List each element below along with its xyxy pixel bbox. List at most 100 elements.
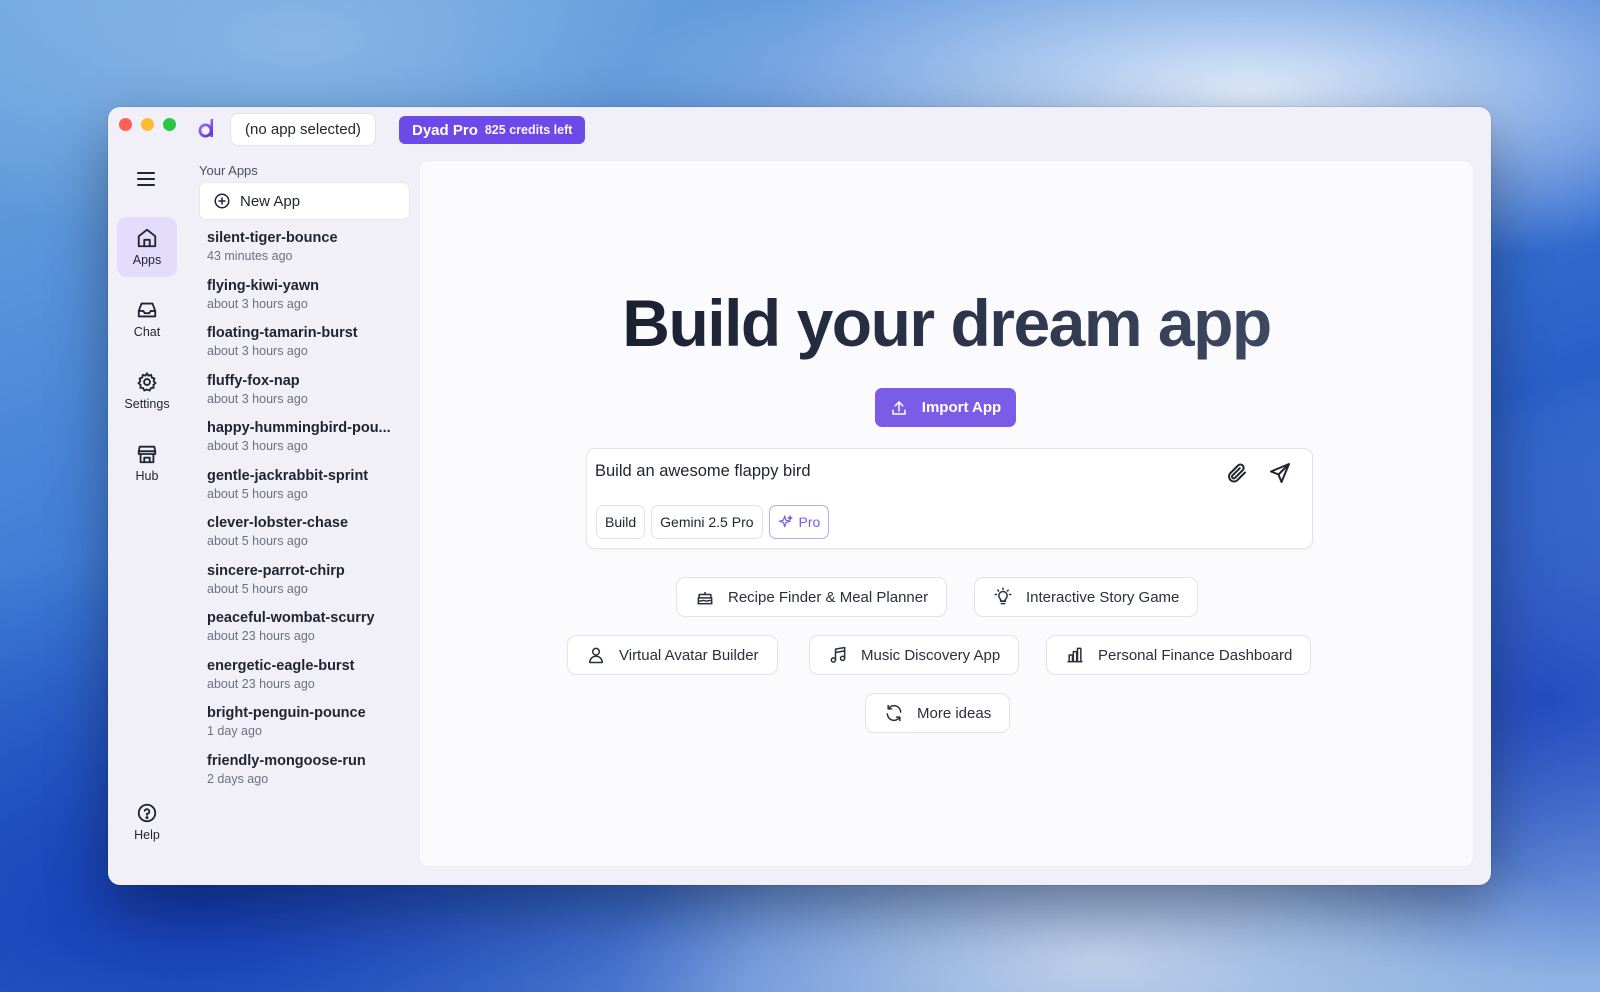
app-name: flying-kiwi-yawn <box>207 277 319 294</box>
pro-chip-label: Pro <box>798 514 821 530</box>
new-app-label: New App <box>240 192 301 210</box>
list-item[interactable]: flying-kiwi-yawn about 3 hours ago <box>207 277 407 325</box>
more-ideas-button[interactable]: More ideas <box>865 693 1011 733</box>
list-item[interactable]: sincere-parrot-chirp about 5 hours ago <box>207 562 407 610</box>
nav-item-label: Settings <box>124 397 170 411</box>
app-time: 1 day ago <box>207 724 262 738</box>
title-bar: (no app selected) Dyad Pro 825 credits l… <box>108 107 1491 155</box>
idea-finance-dashboard-button[interactable]: Personal Finance Dashboard <box>1046 635 1312 675</box>
help-circle-icon <box>137 803 157 823</box>
app-time: about 3 hours ago <box>207 296 308 311</box>
prompt-input[interactable] <box>595 459 1195 483</box>
bar-chart-icon <box>1067 647 1083 663</box>
app-name: clever-lobster-chase <box>207 515 349 531</box>
send-icon[interactable] <box>1268 461 1292 485</box>
list-item[interactable]: energetic-eagle-burst about 23 hours ago <box>207 657 407 705</box>
nav-item-label: Help <box>134 828 160 842</box>
dyad-pro-badge[interactable]: Dyad Pro 825 credits left <box>399 116 586 144</box>
app-time: about 3 hours ago <box>207 439 308 453</box>
new-app-button[interactable]: New App <box>199 182 410 220</box>
idea-story-game-button[interactable]: Interactive Story Game <box>974 577 1199 617</box>
more-ideas-label: More ideas <box>917 704 992 722</box>
app-time: 43 minutes ago <box>207 249 293 263</box>
idea-label: Interactive Story Game <box>1026 588 1180 606</box>
app-selector-label: (no app selected) <box>245 121 361 138</box>
plus-circle-icon <box>214 193 230 209</box>
nav-rail: Apps Chat Settings Hub Help <box>108 155 188 885</box>
app-time: about 5 hours ago <box>207 534 308 548</box>
nav-item-chat[interactable]: Chat <box>117 289 177 349</box>
music-icon <box>830 646 846 663</box>
idea-avatar-builder-button[interactable]: Virtual Avatar Builder <box>567 635 778 675</box>
import-app-button[interactable]: Import App <box>875 388 1016 427</box>
mode-chip-label: Build <box>605 514 637 530</box>
store-icon <box>137 445 157 464</box>
composer-chip-row: Build Gemini 2.5 Pro Pro <box>596 505 830 539</box>
list-item[interactable]: bright-penguin-pounce 1 day ago <box>207 704 407 752</box>
list-item[interactable]: peaceful-wombat-scurry about 23 hours ago <box>207 609 407 657</box>
refresh-icon <box>886 704 902 722</box>
inbox-icon <box>137 302 157 318</box>
idea-music-discovery-button[interactable]: Music Discovery App <box>809 635 1020 675</box>
mode-chip[interactable]: Build <box>596 505 646 539</box>
app-time: about 3 hours ago <box>207 344 308 358</box>
app-name: friendly-mongoose-run <box>207 752 366 769</box>
nav-item-help[interactable]: Help <box>117 792 177 852</box>
app-time: about 23 hours ago <box>207 676 315 691</box>
paperclip-icon[interactable] <box>1225 461 1249 485</box>
gear-icon <box>137 372 157 392</box>
app-name: sincere-parrot-chirp <box>207 562 345 579</box>
import-app-label: Import App <box>921 399 1002 416</box>
app-name: silent-tiger-bounce <box>207 230 338 246</box>
app-selector-button[interactable]: (no app selected) <box>230 113 376 146</box>
close-window-button[interactable] <box>119 118 132 131</box>
app-name: gentle-jackrabbit-sprint <box>207 467 369 484</box>
dyad-logo-icon <box>198 119 213 138</box>
list-item[interactable]: floating-tamarin-burst about 3 hours ago <box>207 324 407 372</box>
idea-label: Music Discovery App <box>861 646 1001 664</box>
nav-item-label: Apps <box>132 253 162 267</box>
app-name: energetic-eagle-burst <box>207 657 355 674</box>
list-item[interactable]: happy-hummingbird-pou... about 3 hours ag… <box>207 419 407 467</box>
model-chip-label: Gemini 2.5 Pro <box>660 514 754 530</box>
lightbulb-icon <box>994 587 1012 605</box>
home-icon <box>137 228 157 248</box>
nav-item-hub[interactable]: Hub <box>117 433 177 493</box>
model-chip[interactable]: Gemini 2.5 Pro <box>651 505 763 539</box>
app-list-panel: Your Apps New App silent-tiger-bounce 43 … <box>188 155 410 885</box>
list-item[interactable]: silent-tiger-bounce 43 minutes ago <box>207 229 407 277</box>
upload-icon <box>892 400 906 415</box>
list-item[interactable]: fluffy-fox-nap about 3 hours ago <box>207 372 407 420</box>
nav-item-label: Chat <box>133 325 161 339</box>
nav-item-settings[interactable]: Settings <box>117 361 177 421</box>
list-item[interactable]: friendly-mongoose-run 2 days ago <box>207 752 407 800</box>
app-time: about 3 hours ago <box>207 391 308 406</box>
main-panel: Build your dream app Import App Build Ge… <box>419 160 1474 867</box>
idea-recipe-finder-button[interactable]: Recipe Finder & Meal Planner <box>676 577 948 617</box>
idea-label: Personal Finance Dashboard <box>1098 646 1293 664</box>
app-time: about 5 hours ago <box>207 486 308 501</box>
pro-badge-name: Dyad Pro <box>412 121 478 139</box>
nav-item-apps[interactable]: Apps <box>117 217 177 277</box>
idea-label: Virtual Avatar Builder <box>619 646 759 664</box>
idea-label: Recipe Finder & Meal Planner <box>728 588 929 606</box>
pro-chip[interactable]: Pro <box>768 505 830 539</box>
list-item[interactable]: gentle-jackrabbit-sprint about 5 hours ag… <box>207 467 407 515</box>
cake-icon <box>697 592 713 605</box>
page-title: Build your dream app <box>420 285 1473 361</box>
pro-badge-credits: 825 credits left <box>484 123 573 137</box>
nav-item-label: Hub <box>135 469 159 483</box>
menu-icon[interactable] <box>134 167 158 191</box>
list-item[interactable]: clever-lobster-chase about 5 hours ago <box>207 514 407 562</box>
app-time: about 23 hours ago <box>207 629 315 643</box>
app-time: about 5 hours ago <box>207 581 308 596</box>
app-list: silent-tiger-bounce 43 minutes ago flying… <box>207 229 407 799</box>
minimize-window-button[interactable] <box>141 118 154 131</box>
user-icon <box>589 647 603 664</box>
app-name: floating-tamarin-burst <box>207 325 358 341</box>
app-time: 2 days ago <box>207 771 269 786</box>
sparkles-icon <box>778 515 793 528</box>
app-window: (no app selected) Dyad Pro 825 credits l… <box>108 107 1491 885</box>
app-name: peaceful-wombat-scurry <box>207 610 375 626</box>
zoom-window-button[interactable] <box>163 118 176 131</box>
